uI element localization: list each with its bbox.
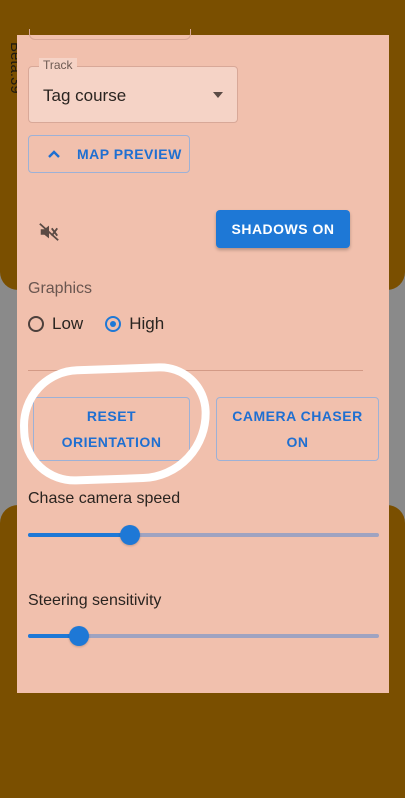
- volume-off-icon[interactable]: [38, 221, 60, 248]
- radio-low-label[interactable]: Low: [52, 314, 83, 334]
- chaser-line2: ON: [286, 434, 309, 450]
- chase-speed-thumb[interactable]: [119, 525, 140, 545]
- settings-panel: Track Tag course MAP PREVIEW SHADOWS ON …: [17, 29, 389, 693]
- graphics-title: Graphics: [28, 280, 93, 297]
- track-select[interactable]: Track Tag course: [28, 58, 238, 123]
- chase-speed-slider[interactable]: [28, 525, 379, 545]
- field-stub: [29, 29, 191, 40]
- radio-low[interactable]: [28, 316, 44, 332]
- camera-chaser-button[interactable]: CAMERA CHASER ON: [216, 397, 379, 461]
- steering-slider[interactable]: [28, 626, 379, 646]
- hand-drawn-circle-annotation: [17, 361, 213, 487]
- chaser-line1: CAMERA CHASER: [232, 408, 363, 424]
- dropdown-caret-icon: [213, 92, 223, 98]
- map-preview-button[interactable]: MAP PREVIEW: [28, 135, 190, 173]
- radio-high-label[interactable]: High: [129, 314, 164, 334]
- map-preview-label: MAP PREVIEW: [77, 146, 182, 162]
- shadows-button[interactable]: SHADOWS ON: [216, 210, 350, 248]
- graphics-radio-group: Low High: [28, 314, 186, 334]
- steering-thumb[interactable]: [68, 626, 89, 646]
- radio-high[interactable]: [105, 316, 122, 332]
- chase-speed-fill: [28, 533, 130, 537]
- track-value: Tag course: [43, 86, 127, 105]
- chevron-up-icon: [41, 149, 67, 159]
- chase-speed-label: Chase camera speed: [28, 490, 181, 507]
- steering-label: Steering sensitivity: [28, 592, 162, 609]
- track-label: Track: [39, 58, 77, 72]
